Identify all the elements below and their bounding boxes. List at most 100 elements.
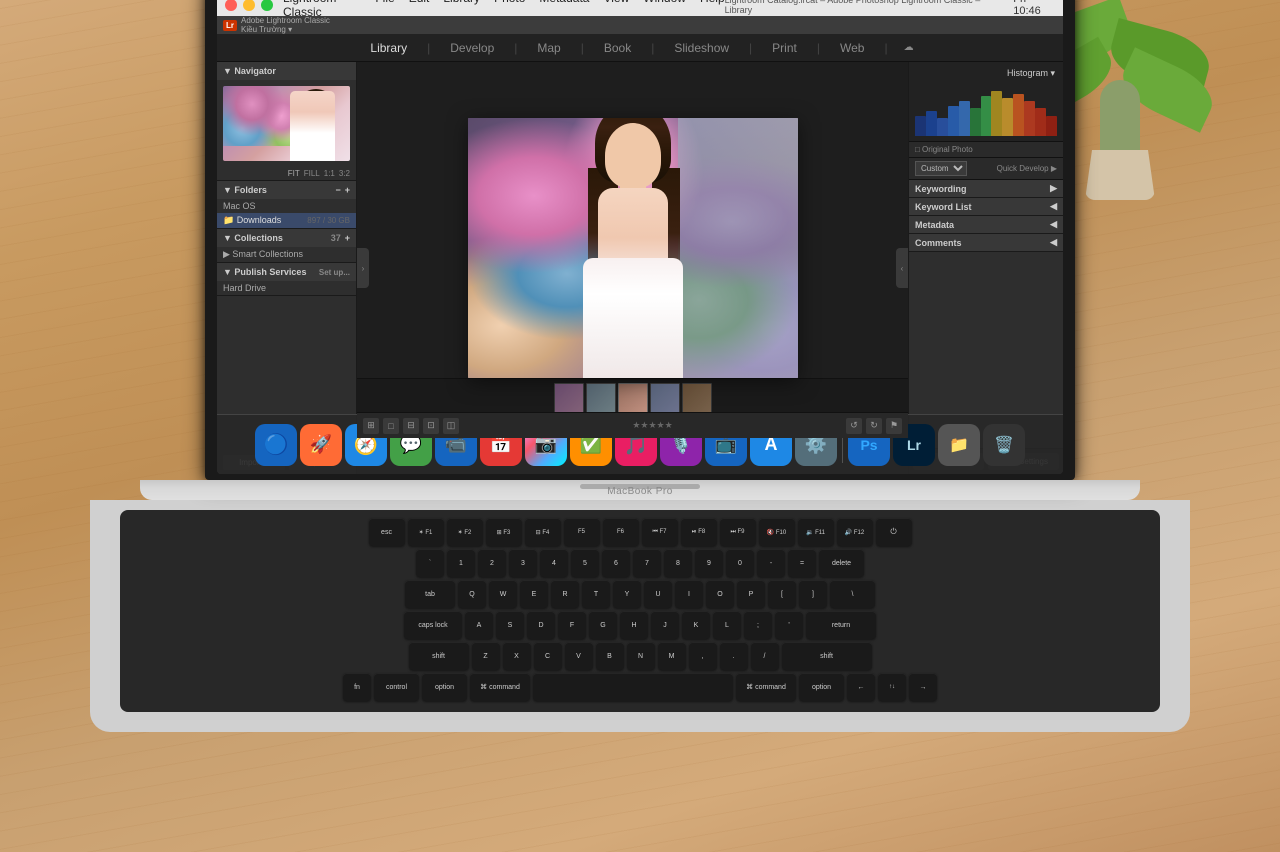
quick-develop-toggle[interactable]: Quick Develop ▶ bbox=[997, 164, 1057, 173]
key-capslock[interactable]: caps lock bbox=[404, 611, 462, 639]
key-x[interactable]: X bbox=[503, 642, 531, 670]
key-f10[interactable]: 🔇 F10 bbox=[759, 518, 795, 546]
key-option-right[interactable]: option bbox=[799, 673, 844, 701]
key-rbracket[interactable]: ] bbox=[799, 580, 827, 608]
module-map[interactable]: Map bbox=[533, 39, 564, 57]
key-option-left[interactable]: option bbox=[422, 673, 467, 701]
hard-drive-service[interactable]: Hard Drive bbox=[217, 281, 356, 295]
folders-plus[interactable]: + bbox=[345, 185, 350, 195]
key-l[interactable]: L bbox=[713, 611, 741, 639]
smart-collections[interactable]: ▶ Smart Collections bbox=[217, 247, 356, 262]
key-g[interactable]: G bbox=[589, 611, 617, 639]
module-print[interactable]: Print bbox=[768, 39, 801, 57]
metadata-header[interactable]: Metadata ◀ bbox=[909, 216, 1063, 233]
loupe-view-btn[interactable]: □ bbox=[383, 418, 399, 434]
dock-finder[interactable]: 🔵 bbox=[255, 424, 297, 466]
key-9[interactable]: 9 bbox=[695, 549, 723, 577]
key-n[interactable]: N bbox=[627, 642, 655, 670]
key-comma[interactable]: , bbox=[689, 642, 717, 670]
zoom-custom[interactable]: 3:2 bbox=[339, 169, 350, 178]
key-fn[interactable]: fn bbox=[343, 673, 371, 701]
key-power[interactable]: ⏻ bbox=[876, 518, 912, 546]
key-period[interactable]: . bbox=[720, 642, 748, 670]
folder-downloads[interactable]: 📁 Downloads 897 / 30 GB bbox=[217, 213, 356, 228]
filmstrip-thumb-2[interactable] bbox=[586, 383, 616, 415]
key-y[interactable]: Y bbox=[613, 580, 641, 608]
keyword-list-header[interactable]: Keyword List ◀ bbox=[909, 198, 1063, 215]
key-4[interactable]: 4 bbox=[540, 549, 568, 577]
key-equals[interactable]: = bbox=[788, 549, 816, 577]
key-j[interactable]: J bbox=[651, 611, 679, 639]
flag-btn[interactable]: ⚑ bbox=[886, 418, 902, 434]
key-command-right[interactable]: ⌘ command bbox=[736, 673, 796, 701]
key-f12[interactable]: 🔊 F12 bbox=[837, 518, 873, 546]
key-d[interactable]: D bbox=[527, 611, 555, 639]
key-p[interactable]: P bbox=[737, 580, 765, 608]
key-f2[interactable]: ✶ F2 bbox=[447, 518, 483, 546]
key-o[interactable]: O bbox=[706, 580, 734, 608]
key-control[interactable]: control bbox=[374, 673, 419, 701]
key-shift-left[interactable]: shift bbox=[409, 642, 469, 670]
module-web[interactable]: Web bbox=[836, 39, 868, 57]
filmstrip-thumb-1[interactable] bbox=[554, 383, 584, 415]
key-s[interactable]: S bbox=[496, 611, 524, 639]
key-7[interactable]: 7 bbox=[633, 549, 661, 577]
rotate-right-btn[interactable]: ↻ bbox=[866, 418, 882, 434]
module-cloud-icon[interactable]: ☁ bbox=[904, 42, 914, 53]
zoom-1to1[interactable]: 1:1 bbox=[324, 169, 335, 178]
key-u[interactable]: U bbox=[644, 580, 672, 608]
navigator-header[interactable]: ▼ Navigator bbox=[217, 62, 356, 80]
key-1[interactable]: 1 bbox=[447, 549, 475, 577]
right-panel-toggle[interactable]: ‹ bbox=[896, 248, 908, 288]
key-semicolon[interactable]: ; bbox=[744, 611, 772, 639]
key-command-left[interactable]: ⌘ command bbox=[470, 673, 530, 701]
key-t[interactable]: T bbox=[582, 580, 610, 608]
key-c[interactable]: C bbox=[534, 642, 562, 670]
zoom-fill[interactable]: FILL bbox=[304, 169, 320, 178]
key-f3[interactable]: ⊞ F3 bbox=[486, 518, 522, 546]
filmstrip-thumb-4[interactable] bbox=[682, 383, 712, 415]
publish-services-header[interactable]: ▼ Publish Services Set up... bbox=[217, 263, 356, 281]
key-h[interactable]: H bbox=[620, 611, 648, 639]
key-3[interactable]: 3 bbox=[509, 549, 537, 577]
maximize-button[interactable] bbox=[261, 0, 273, 11]
key-f[interactable]: F bbox=[558, 611, 586, 639]
filmstrip-thumb-active[interactable] bbox=[618, 383, 648, 415]
key-f5[interactable]: F5 bbox=[564, 518, 600, 546]
key-8[interactable]: 8 bbox=[664, 549, 692, 577]
key-f7[interactable]: ⏮ F7 bbox=[642, 518, 678, 546]
filmstrip-thumb-3[interactable] bbox=[650, 383, 680, 415]
comments-header[interactable]: Comments ◀ bbox=[909, 234, 1063, 251]
key-e[interactable]: E bbox=[520, 580, 548, 608]
key-arrow-left[interactable]: ← bbox=[847, 673, 875, 701]
module-library[interactable]: Library bbox=[366, 39, 411, 57]
close-button[interactable] bbox=[225, 0, 237, 11]
key-5[interactable]: 5 bbox=[571, 549, 599, 577]
tone-preset-select[interactable]: Custom bbox=[915, 161, 967, 176]
survey-btn[interactable]: ⊡ bbox=[423, 418, 439, 434]
key-v[interactable]: V bbox=[565, 642, 593, 670]
key-0[interactable]: 0 bbox=[726, 549, 754, 577]
key-f1[interactable]: ✶ F1 bbox=[408, 518, 444, 546]
key-lbracket[interactable]: [ bbox=[768, 580, 796, 608]
left-panel-toggle[interactable]: › bbox=[357, 248, 369, 288]
key-minus[interactable]: - bbox=[757, 549, 785, 577]
folder-macos[interactable]: Mac OS bbox=[217, 199, 356, 213]
dock-launchpad[interactable]: 🚀 bbox=[300, 424, 342, 466]
key-a[interactable]: A bbox=[465, 611, 493, 639]
module-slideshow[interactable]: Slideshow bbox=[670, 39, 733, 57]
minimize-button[interactable] bbox=[243, 0, 255, 11]
key-esc[interactable]: esc bbox=[369, 518, 405, 546]
key-f11[interactable]: 🔉 F11 bbox=[798, 518, 834, 546]
collections-header[interactable]: ▼ Collections 37 + bbox=[217, 229, 356, 247]
key-m[interactable]: M bbox=[658, 642, 686, 670]
key-space[interactable] bbox=[533, 673, 733, 701]
key-z[interactable]: Z bbox=[472, 642, 500, 670]
keywording-header[interactable]: Keywording ▶ bbox=[909, 180, 1063, 197]
dock-folder-1[interactable]: 📁 bbox=[938, 424, 980, 466]
zoom-fit[interactable]: FIT bbox=[288, 169, 300, 178]
people-btn[interactable]: ◫ bbox=[443, 418, 459, 434]
compare-btn[interactable]: ⊟ bbox=[403, 418, 419, 434]
collections-plus[interactable]: + bbox=[345, 233, 350, 243]
grid-view-btn[interactable]: ⊞ bbox=[363, 418, 379, 434]
